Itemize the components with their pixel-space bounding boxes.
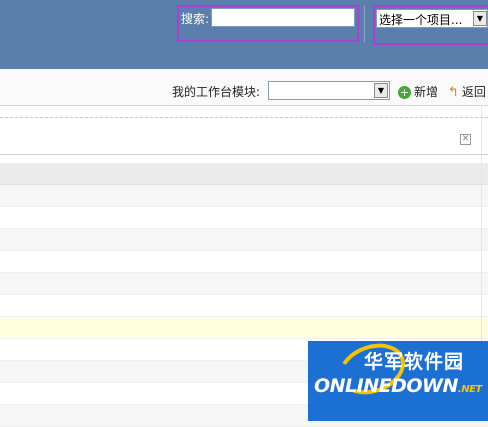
watermark-en-main: ONLINEDOWN	[314, 375, 458, 397]
dashed-separator	[0, 117, 488, 118]
watermark-en-suffix: .NET	[457, 384, 482, 395]
table-row[interactable]	[0, 295, 488, 317]
grid-header-row	[0, 163, 488, 185]
table-row[interactable]	[0, 317, 488, 339]
close-icon[interactable]: ✕	[460, 134, 471, 145]
back-button[interactable]: ↰ 返回	[448, 83, 486, 100]
table-row[interactable]	[0, 251, 488, 273]
search-input[interactable]	[211, 8, 355, 27]
header-divider	[364, 5, 365, 43]
plus-circle-icon: +	[398, 86, 411, 99]
project-select[interactable]: 选择一个项目... ▼	[376, 9, 488, 28]
module-label: 我的工作台模块:	[172, 85, 261, 99]
back-button-label: 返回	[461, 85, 486, 99]
add-button-label: 新增	[414, 85, 439, 99]
site-watermark-logo: 华军软件园 ONLINEDOWN.NET	[308, 341, 488, 421]
table-row[interactable]	[0, 273, 488, 295]
add-button[interactable]: + 新增	[398, 83, 438, 99]
panel-separator	[0, 154, 488, 155]
project-select-value: 选择一个项目...	[379, 13, 463, 27]
table-row[interactable]	[0, 207, 488, 229]
chevron-down-icon[interactable]: ▼	[473, 11, 487, 26]
table-row[interactable]	[0, 185, 488, 207]
module-select[interactable]: ▼	[268, 81, 390, 100]
chevron-down-icon[interactable]: ▼	[374, 83, 388, 98]
watermark-cn-text: 华军软件园	[364, 351, 465, 373]
search-label: 搜索:	[181, 12, 210, 26]
table-row[interactable]	[0, 229, 488, 251]
watermark-en-text: ONLINEDOWN.NET	[314, 375, 482, 397]
return-arrow-icon: ↰	[448, 85, 459, 100]
